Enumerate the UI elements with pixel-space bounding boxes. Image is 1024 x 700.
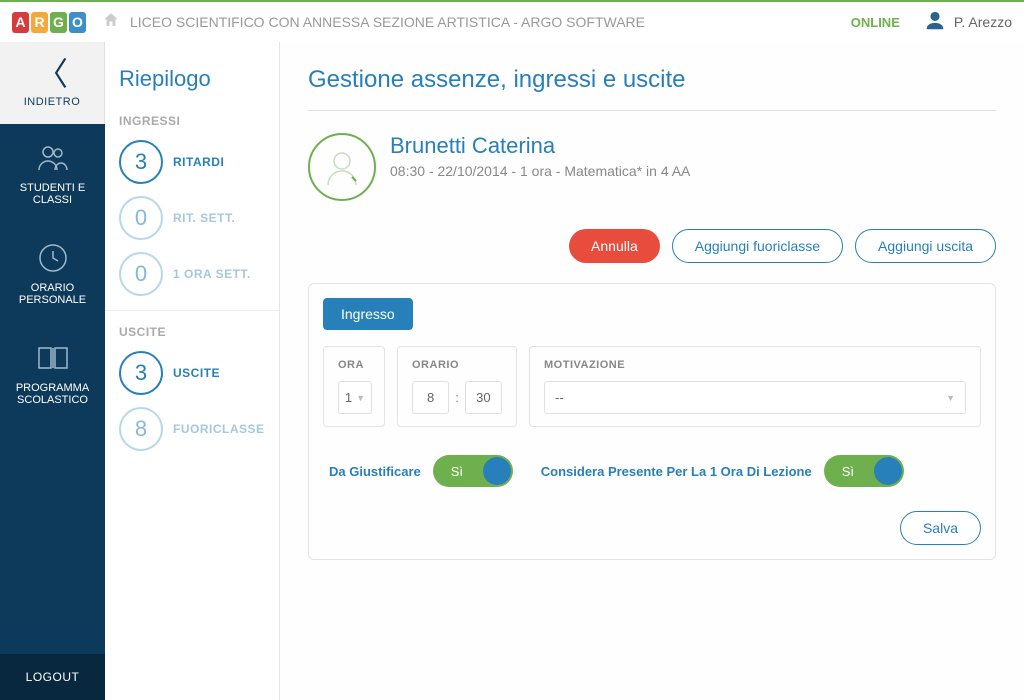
ora-value: 1: [345, 390, 352, 405]
orario-hour-input[interactable]: 8: [412, 381, 449, 414]
toggle-knob: [483, 457, 511, 485]
stat-ritardi: 3 RITARDI: [119, 140, 265, 184]
home-icon[interactable]: [102, 11, 120, 34]
logo-letter: O: [69, 12, 86, 33]
school-name: LICEO SCIENTIFICO CON ANNESSA SEZIONE AR…: [130, 14, 851, 30]
nav-item-programma[interactable]: PROGRAMMA SCOLASTICO: [0, 324, 105, 424]
field-ora: ORA 1▼: [323, 346, 385, 427]
aggiungi-uscita-button[interactable]: Aggiungi uscita: [855, 229, 996, 263]
stat-label: 1 ORA SETT.: [173, 267, 251, 281]
field-orario: ORARIO 8 : 30: [397, 346, 517, 427]
toggle-giustificare[interactable]: Sì: [433, 455, 513, 487]
logo-letter: G: [50, 12, 67, 33]
presente-label: Considera Presente Per La 1 Ora Di Lezio…: [541, 464, 812, 479]
time-colon: :: [455, 390, 459, 405]
stat-label: FUORICLASSE: [173, 422, 265, 436]
form-row: ORA 1▼ ORARIO 8 : 30 MOTIVAZIONE: [323, 346, 981, 427]
caret-down-icon: ▼: [946, 393, 955, 403]
stat-label: RIT. SETT.: [173, 211, 235, 225]
logo: A R G O: [12, 12, 86, 33]
avatar: [308, 133, 376, 201]
motivazione-value: --: [555, 390, 564, 405]
toggle-row: Da Giustificare Sì Considera Presente Pe…: [323, 455, 981, 487]
ingresso-card: Ingresso ORA 1▼ ORARIO 8 : 30: [308, 283, 996, 560]
left-nav: 〈 INDIETRO STUDENTI E CLASSI ORARIO PERS…: [0, 42, 105, 700]
section-uscite-label: USCITE: [119, 325, 265, 339]
stat-rit-sett: 0 RIT. SETT.: [119, 196, 265, 240]
aggiungi-fuoriclasse-button[interactable]: Aggiungi fuoriclasse: [672, 229, 843, 263]
students-icon: [36, 142, 70, 174]
section-ingressi-label: INGRESSI: [119, 114, 265, 128]
orario-minute-input[interactable]: 30: [465, 381, 502, 414]
riepilogo-panel: Riepilogo INGRESSI 3 RITARDI 0 RIT. SETT…: [105, 42, 280, 700]
motivazione-label: MOTIVAZIONE: [544, 359, 966, 371]
field-motivazione: MOTIVAZIONE -- ▼: [529, 346, 981, 427]
student-meta: 08:30 - 22/10/2014 - 1 ora - Matematica*…: [390, 163, 690, 179]
stat-fuoriclasse: 8 FUORICLASSE: [119, 407, 265, 451]
stat-value: 3: [119, 140, 163, 184]
nav-item-studenti[interactable]: STUDENTI E CLASSI: [0, 124, 105, 224]
action-buttons: Annulla Aggiungi fuoriclasse Aggiungi us…: [308, 229, 996, 263]
ora-label: ORA: [338, 359, 370, 371]
student-name: Brunetti Caterina: [390, 133, 690, 159]
stat-value: 8: [119, 407, 163, 451]
giustificare-label: Da Giustificare: [329, 464, 421, 479]
annulla-button[interactable]: Annulla: [569, 229, 660, 263]
toggle-knob: [874, 457, 902, 485]
orario-label: ORARIO: [412, 359, 502, 371]
logo-letter: R: [31, 12, 48, 33]
ora-select[interactable]: 1▼: [338, 381, 372, 414]
riepilogo-title: Riepilogo: [119, 66, 265, 92]
topbar: A R G O LICEO SCIENTIFICO CON ANNESSA SE…: [0, 0, 1024, 42]
status-online: ONLINE: [851, 15, 900, 30]
nav-back-label: INDIETRO: [24, 96, 81, 108]
salva-button[interactable]: Salva: [900, 511, 981, 545]
nav-logout[interactable]: LOGOUT: [0, 654, 105, 700]
toggle-presente[interactable]: Sì: [824, 455, 904, 487]
toggle-value: Sì: [451, 464, 463, 479]
stat-value: 0: [119, 196, 163, 240]
nav-label: ORARIO PERSONALE: [6, 282, 99, 306]
tab-ingresso[interactable]: Ingresso: [323, 298, 413, 330]
user-badge[interactable]: P. Arezzo: [924, 10, 1012, 35]
clock-icon: [38, 242, 68, 274]
student-header: Brunetti Caterina 08:30 - 22/10/2014 - 1…: [308, 133, 996, 201]
page-title: Gestione assenze, ingressi e uscite: [308, 66, 996, 111]
stat-1ora-sett: 0 1 ORA SETT.: [119, 252, 265, 296]
stat-label: USCITE: [173, 366, 220, 380]
caret-down-icon: ▼: [356, 393, 365, 403]
user-name: P. Arezzo: [954, 14, 1012, 30]
stat-uscite: 3 USCITE: [119, 351, 265, 395]
stat-label: RITARDI: [173, 155, 224, 169]
stat-value: 0: [119, 252, 163, 296]
book-icon: [37, 342, 69, 374]
motivazione-select[interactable]: -- ▼: [544, 381, 966, 414]
user-icon: [924, 10, 946, 35]
nav-back[interactable]: 〈 INDIETRO: [0, 42, 105, 124]
main-content: Gestione assenze, ingressi e uscite Brun…: [280, 42, 1024, 700]
nav-item-orario[interactable]: ORARIO PERSONALE: [0, 224, 105, 324]
toggle-giustificare-group: Da Giustificare Sì: [329, 455, 513, 487]
toggle-value: Sì: [842, 464, 854, 479]
nav-label: PROGRAMMA SCOLASTICO: [6, 382, 99, 406]
nav-label: STUDENTI E CLASSI: [6, 182, 99, 206]
divider: [105, 310, 279, 311]
toggle-presente-group: Considera Presente Per La 1 Ora Di Lezio…: [541, 455, 904, 487]
logo-letter: A: [12, 12, 29, 33]
stat-value: 3: [119, 351, 163, 395]
chevron-left-icon: 〈: [36, 58, 68, 90]
